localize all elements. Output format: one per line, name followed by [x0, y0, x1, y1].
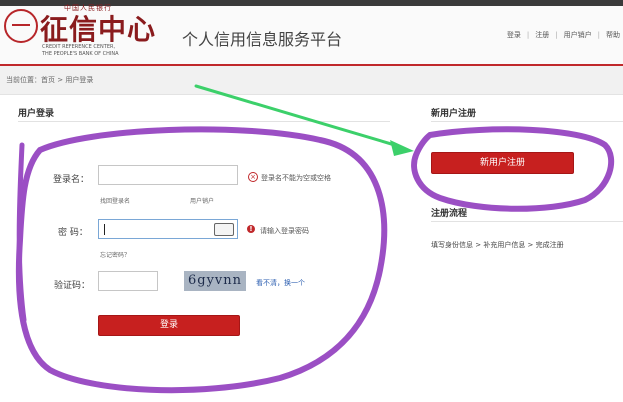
captcha-image[interactable]: 6gyvnn: [184, 271, 246, 291]
captcha-refresh-link[interactable]: 看不清，换一个: [256, 278, 305, 288]
new-user-section-title: 新用户注册: [431, 109, 477, 119]
captcha-input[interactable]: [98, 271, 158, 291]
text-caret: [104, 224, 105, 235]
nav-separator: |: [555, 31, 558, 39]
login-section-title: 用户登录: [18, 109, 55, 119]
register-button[interactable]: 新用户注册: [431, 152, 574, 174]
logo-english-line1: CREDIT REFERENCE CENTER,: [42, 44, 116, 50]
nav-separator: |: [526, 31, 530, 39]
warning-icon: !: [247, 225, 255, 233]
forgot-password-link[interactable]: 忘记密码？: [100, 250, 130, 259]
breadcrumb: 当前位置：首页 > 用户登录: [6, 76, 94, 84]
process-section-divider: [431, 221, 623, 222]
nav-login-link[interactable]: 登录: [507, 31, 521, 39]
registration-steps: 填写身份信息 > 补充用户信息 > 完成注册: [431, 241, 564, 249]
captcha-label: 验证码：: [54, 281, 91, 291]
password-error-text: 请输入登录密码: [260, 227, 309, 235]
logo-title: 征信中心: [40, 13, 157, 46]
login-button[interactable]: 登录: [98, 315, 240, 336]
login-section-divider: [18, 121, 390, 122]
pboc-seal-icon: [4, 9, 38, 43]
find-username-link[interactable]: 找回登录名: [100, 196, 130, 205]
login-circle-annotation-stroke2: [16, 142, 27, 323]
top-nav: 登录 | 注册 | 用户销户 | 帮助: [504, 30, 623, 40]
process-section-title: 注册流程: [431, 209, 468, 219]
green-arrow-head: [390, 140, 414, 156]
error-circle-icon: ×: [248, 172, 258, 182]
cancel-user-link[interactable]: 用户销户: [190, 196, 214, 205]
breadcrumb-bar: [0, 66, 623, 95]
keyboard-icon[interactable]: [214, 223, 234, 236]
username-input[interactable]: [98, 165, 238, 185]
nav-separator: |: [597, 31, 600, 39]
new-user-section-divider: [431, 121, 623, 122]
username-label: 登录名：: [53, 175, 90, 185]
password-label: 密 码：: [58, 228, 88, 238]
green-arrow-shaft: [194, 84, 400, 148]
platform-title: 个人信用信息服务平台: [182, 30, 343, 49]
nav-register-link[interactable]: 注册: [535, 31, 549, 39]
username-error-text: 登录名不能为空或空格: [261, 174, 331, 182]
password-input[interactable]: [98, 219, 238, 239]
nav-help-link[interactable]: 帮助: [606, 31, 620, 39]
nav-cancel-user-link[interactable]: 用户销户: [564, 31, 592, 39]
logo-english-line2: THE PEOPLE'S BANK OF CHINA: [42, 51, 119, 57]
